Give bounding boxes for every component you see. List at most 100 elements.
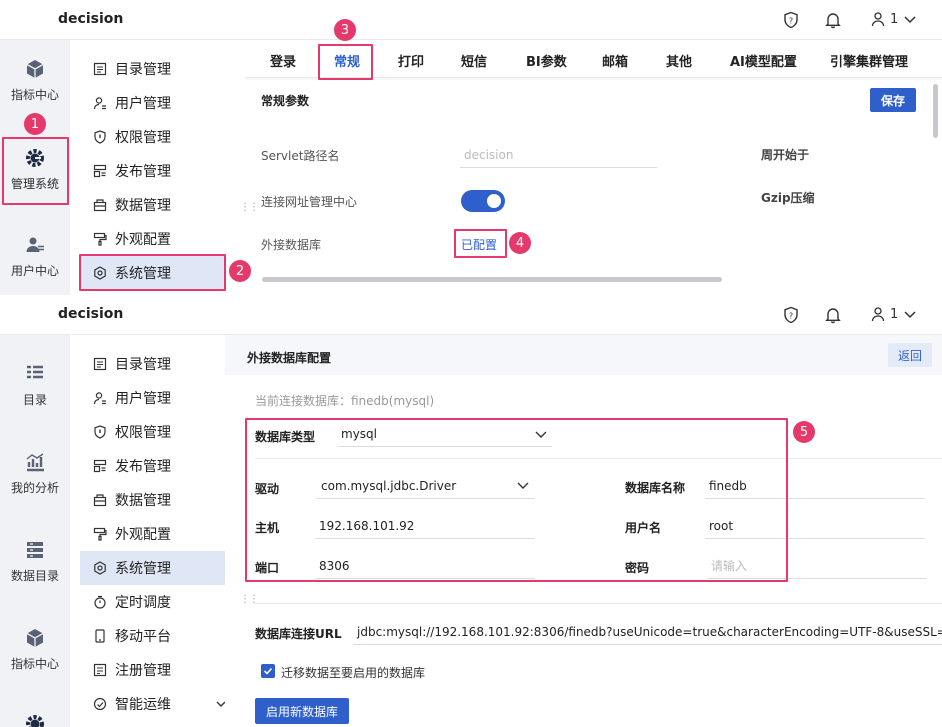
username-input[interactable]: root [705, 513, 925, 539]
sidebar-label: 发布管理 [115, 459, 171, 475]
sidebar-item-registration[interactable]: 注册管理 [80, 653, 225, 687]
user-name: 1 [890, 11, 899, 27]
tab-general[interactable]: 常规 [334, 51, 360, 70]
user-icon [871, 307, 885, 322]
rail-item-admin[interactable]: 管理系统 [0, 147, 70, 192]
enable-db-button[interactable]: 启用新数据库 [255, 698, 349, 724]
external-db-link[interactable]: 已配置 [461, 236, 497, 253]
ops-icon [93, 697, 107, 711]
rail-label: 用户中心 [10, 264, 59, 278]
user-menu[interactable]: 1 [870, 11, 918, 27]
sidebar-item-data[interactable]: 数据管理 [80, 188, 225, 222]
admin-sidebar: 目录管理 用户管理 权限管理 发布管理 数据管理 外观配置 系统管理 定时调度 … [70, 335, 226, 727]
rail-label: 管理系统 [10, 177, 59, 191]
db-type-label: 数据库类型 [255, 430, 316, 444]
tab-engine-cluster[interactable]: 引擎集群管理 [830, 51, 908, 70]
db-name-input[interactable]: finedb [705, 473, 925, 499]
tab-print[interactable]: 打印 [398, 51, 424, 70]
tab-ai-model[interactable]: AI模型配置 [730, 51, 797, 70]
external-db-label: 外接数据库 [261, 238, 322, 252]
data-catalog-icon [27, 542, 43, 558]
tab-sms[interactable]: 短信 [461, 51, 487, 70]
url-label: 数据库连接URL [255, 627, 342, 641]
bell-icon[interactable] [824, 11, 842, 29]
rail-item-user-center[interactable]: 用户中心 [0, 234, 70, 279]
sidebar-item-publish[interactable]: 发布管理 [80, 154, 225, 188]
horizontal-scrollbar[interactable] [262, 277, 722, 282]
sidebar-item-permissions[interactable]: 权限管理 [80, 120, 225, 154]
sidebar-item-publish[interactable]: 发布管理 [80, 449, 225, 483]
password-input[interactable]: 请输入 [707, 553, 927, 579]
sidebar-item-schedule[interactable]: 定时调度 [80, 585, 225, 619]
host-input[interactable]: 192.168.101.92 [315, 513, 535, 539]
servlet-input[interactable]: decision [460, 142, 657, 168]
svg-text:?: ? [789, 312, 793, 321]
rail-label: 指标中心 [10, 88, 59, 102]
chevron-down-icon [904, 16, 916, 24]
back-button[interactable]: 返回 [888, 343, 932, 367]
sidebar-label: 外观配置 [115, 527, 171, 543]
host-label: 主机 [255, 521, 280, 535]
rail-item-admin[interactable] [0, 713, 70, 727]
step-badge-5: 5 [793, 421, 815, 443]
sidebar-label: 数据管理 [115, 493, 171, 509]
directory-icon [93, 357, 107, 371]
tab-email[interactable]: 邮箱 [602, 51, 628, 70]
port-input[interactable]: 8306 [315, 553, 535, 579]
sidebar-item-mobile[interactable]: 移动平台 [80, 619, 225, 653]
sidebar-item-permissions[interactable]: 权限管理 [80, 415, 225, 449]
sidebar-item-directory[interactable]: 目录管理 [80, 347, 225, 381]
sidebar-label: 权限管理 [115, 425, 171, 441]
mobile-icon [95, 629, 105, 643]
divider [255, 458, 942, 459]
url-input[interactable]: jdbc:mysql://192.168.101.92:8306/finedb?… [353, 619, 942, 645]
resize-handle[interactable]: ⋮⋮ [240, 203, 259, 213]
rail-item-analysis[interactable]: 我的分析 [0, 451, 70, 496]
sidebar-item-appearance[interactable]: 外观配置 [80, 222, 225, 256]
connect-toggle[interactable] [461, 190, 505, 212]
gear-icon [26, 715, 44, 727]
rail-label: 指标中心 [10, 657, 59, 671]
sidebar-item-system[interactable]: 系统管理 [80, 551, 225, 585]
rail-item-indicator[interactable]: 指标中心 [0, 58, 70, 103]
help-shield-icon[interactable]: ? [782, 11, 800, 29]
servlet-label: Servlet路径名 [261, 149, 340, 163]
tab-bi-params[interactable]: BI参数 [526, 51, 567, 70]
sidebar-item-users[interactable]: 用户管理 [80, 86, 225, 120]
user-menu[interactable]: 1 [870, 306, 918, 322]
rail-item-directory[interactable]: 目录 [0, 363, 70, 408]
rail-item-indicator[interactable]: 指标中心 [0, 627, 70, 672]
rail-item-data-catalog[interactable]: 数据目录 [0, 539, 70, 584]
gear-icon [26, 149, 44, 167]
registration-icon [93, 663, 107, 677]
bell-icon[interactable] [824, 306, 842, 324]
rail-label: 我的分析 [10, 481, 59, 495]
database-icon [93, 199, 107, 212]
section-title: 常规参数 [261, 94, 310, 108]
migrate-checkbox[interactable] [261, 664, 275, 678]
driver-select[interactable]: com.mysql.jdbc.Driver [317, 473, 535, 499]
user-icon [93, 392, 106, 405]
sidebar-item-ops[interactable]: 智能运维 [80, 687, 226, 721]
app-logo: decision [58, 11, 124, 27]
help-shield-icon[interactable]: ? [782, 306, 800, 324]
sidebar-item-users[interactable]: 用户管理 [80, 381, 225, 415]
db-type-select[interactable]: mysql [337, 421, 552, 447]
sidebar-item-system[interactable]: 系统管理 [80, 256, 225, 290]
main-rail: 目录 我的分析 数据目录 指标中心 [0, 335, 70, 727]
rail-label: 数据目录 [10, 569, 59, 583]
directory-icon [93, 62, 107, 76]
user-icon [871, 12, 885, 27]
tab-login[interactable]: 登录 [270, 51, 296, 70]
tab-other[interactable]: 其他 [666, 51, 692, 70]
sidebar-item-data[interactable]: 数据管理 [80, 483, 225, 517]
sidebar-item-appearance[interactable]: 外观配置 [80, 517, 225, 551]
sidebar-label: 用户管理 [115, 96, 171, 112]
sidebar-item-directory[interactable]: 目录管理 [80, 52, 225, 86]
sidebar-label: 系统管理 [115, 561, 171, 577]
publish-icon [93, 164, 107, 178]
resize-handle[interactable]: ⋮⋮ [240, 595, 259, 605]
step-badge-4: 4 [509, 232, 531, 254]
vertical-scrollbar[interactable] [933, 84, 938, 138]
save-button[interactable]: 保存 [870, 88, 916, 112]
